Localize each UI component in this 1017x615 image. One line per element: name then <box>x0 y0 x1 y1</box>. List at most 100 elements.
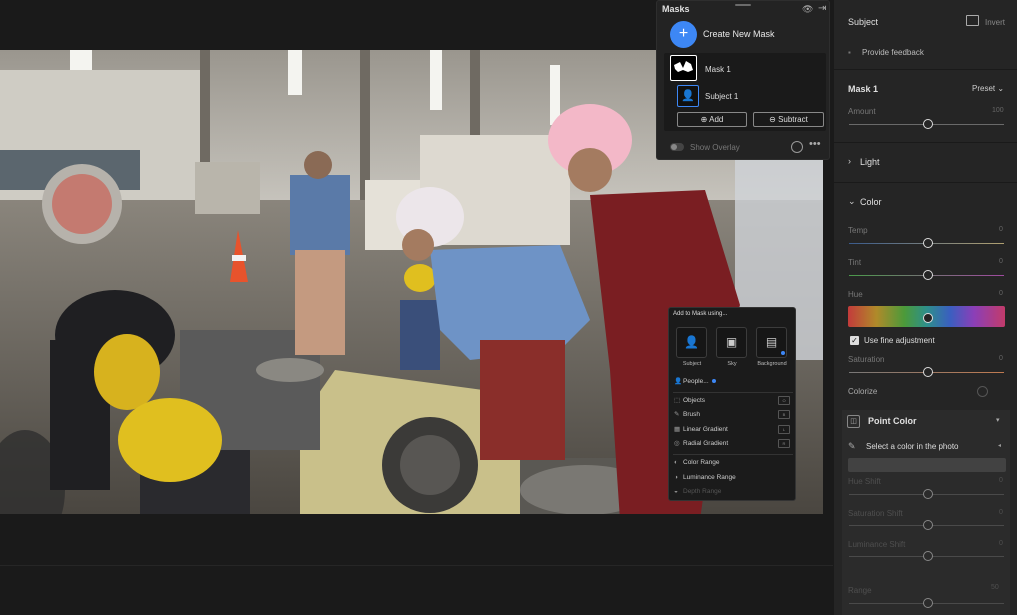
tint-slider-thumb[interactable] <box>923 270 933 280</box>
photo-canvas[interactable]: Masks 👁 ⇥ + Create New Mask Mask 1 👤 Sub… <box>0 0 833 615</box>
radial-gradient-shortcut: R <box>778 439 790 448</box>
mask-thumbnail-icon <box>674 61 693 72</box>
fine-adjustment-checkbox[interactable]: ✓ <box>850 336 859 345</box>
filmstrip-divider <box>0 565 833 566</box>
eye-icon[interactable]: 👁 <box>802 4 813 15</box>
range-label: Range <box>848 586 872 595</box>
subtract-button-label: Subtract <box>778 115 808 124</box>
colorize-label: Colorize <box>848 387 878 396</box>
linear-gradient-label: Linear Gradient <box>683 426 728 433</box>
people-label: People... <box>683 378 709 385</box>
radial-gradient-label: Radial Gradient <box>683 440 729 447</box>
hue-value[interactable]: 0 <box>999 290 1003 297</box>
amount-label: Amount <box>848 107 876 116</box>
app-root: Masks 👁 ⇥ + Create New Mask Mask 1 👤 Sub… <box>0 0 1017 615</box>
create-new-mask-button[interactable]: + <box>670 21 697 48</box>
people-indicator-dot <box>711 379 716 384</box>
caret-down-icon[interactable]: ▾ <box>996 416 1000 424</box>
subject1-label[interactable]: Subject 1 <box>705 92 738 101</box>
colorize-circle-icon[interactable] <box>977 386 988 397</box>
feedback-icon[interactable]: ▪ <box>848 48 851 57</box>
color-range-label: Color Range <box>683 459 720 466</box>
show-overlay-toggle[interactable] <box>670 143 684 151</box>
create-new-mask-label[interactable]: Create New Mask <box>703 29 775 39</box>
luminance-range-icon: ◑ <box>674 474 678 481</box>
preset-dropdown[interactable]: Preset ⌄ <box>972 84 1004 93</box>
section-divider <box>834 182 1017 183</box>
sat-shift-value: 0 <box>999 509 1003 516</box>
saturation-value[interactable]: 0 <box>999 355 1003 362</box>
linear-gradient-item[interactable]: ▦ Linear Gradient L <box>674 425 792 437</box>
temp-label: Temp <box>848 226 868 235</box>
tile-sky-label: Sky <box>727 361 737 367</box>
mask1-label[interactable]: Mask 1 <box>705 65 731 74</box>
add-button[interactable]: ⊕ Add <box>677 112 747 127</box>
people-icon: 👤 <box>674 378 683 385</box>
depth-range-icon: ◒ <box>674 488 678 495</box>
range-slider-thumb <box>923 598 933 608</box>
chevron-down-icon: ⌄ <box>997 84 1005 93</box>
popup-divider <box>673 392 793 393</box>
lum-shift-slider-thumb <box>923 551 933 561</box>
eyedropper-icon[interactable]: ✎ <box>848 441 856 452</box>
objects-item[interactable]: ⬚ Objects O <box>674 396 792 408</box>
hue-slider-thumb[interactable] <box>923 313 933 323</box>
lum-shift-value: 0 <box>999 540 1003 547</box>
amount-slider-thumb[interactable] <box>923 119 933 129</box>
section-divider <box>834 69 1017 70</box>
temp-slider-thumb[interactable] <box>923 238 933 248</box>
temp-value[interactable]: 0 <box>999 226 1003 233</box>
exit-arrow-icon[interactable]: ⇥ <box>818 3 826 14</box>
mask1-thumbnail[interactable] <box>670 55 697 81</box>
invert-label[interactable]: Invert <box>985 18 1005 27</box>
brush-icon: ✎ <box>674 411 680 418</box>
brush-shortcut: B <box>778 410 790 419</box>
popup-divider <box>673 454 793 455</box>
add-button-label: Add <box>709 115 724 124</box>
color-range-item[interactable]: ◐ Color Range <box>674 459 792 471</box>
hue-label: Hue <box>848 290 863 299</box>
add-to-mask-popup: Add to Mask using... 👤 ▣ ▤ Subject Sky B… <box>668 307 796 501</box>
radial-gradient-icon: ◎ <box>674 440 680 447</box>
brush-item[interactable]: ✎ Brush B <box>674 410 792 422</box>
more-options-icon[interactable]: ••• <box>809 138 821 150</box>
tile-background-label: Background <box>757 361 787 367</box>
people-item[interactable]: 👤People... <box>674 377 792 389</box>
luminance-range-item[interactable]: ◑ Luminance Range <box>674 474 792 486</box>
selected-color-swatch[interactable] <box>848 458 1006 472</box>
invert-icon[interactable] <box>966 15 979 26</box>
caret-left-icon[interactable]: ◂ <box>998 442 1001 449</box>
subject-person-icon[interactable]: 👤 <box>677 85 699 107</box>
add-circle-icon: ⊕ <box>700 115 708 124</box>
subtract-circle-icon: ⊖ <box>769 115 776 124</box>
tile-sky[interactable]: ▣ <box>716 327 747 358</box>
sat-shift-label: Saturation Shift <box>848 509 903 518</box>
linear-gradient-icon: ▦ <box>674 426 681 433</box>
hue-shift-label: Hue Shift <box>848 477 881 486</box>
provide-feedback-link[interactable]: Provide feedback <box>862 48 924 57</box>
chevron-down-icon[interactable]: ⌄ <box>848 196 856 207</box>
sat-shift-slider-thumb <box>923 520 933 530</box>
amount-value[interactable]: 100 <box>992 107 1004 114</box>
point-color-label[interactable]: Point Color <box>868 416 917 426</box>
saturation-slider-thumb[interactable] <box>923 367 933 377</box>
lum-shift-label: Luminance Shift <box>848 540 906 549</box>
objects-shortcut: O <box>778 396 790 405</box>
tile-subject[interactable]: 👤 <box>676 327 707 358</box>
light-section-label[interactable]: Light <box>860 157 880 167</box>
subtract-button[interactable]: ⊖ Subtract <box>753 112 824 127</box>
luminance-range-label: Luminance Range <box>683 474 736 481</box>
overlay-color-circle-icon[interactable] <box>791 141 803 153</box>
tile-subject-label: Subject <box>682 361 702 367</box>
chevron-right-icon[interactable]: › <box>848 156 851 166</box>
panel-drag-handle[interactable] <box>735 4 751 6</box>
fine-adjustment-label[interactable]: Use fine adjustment <box>864 336 935 345</box>
saturation-label: Saturation <box>848 355 885 364</box>
color-section-label[interactable]: Color <box>860 197 882 207</box>
tint-value[interactable]: 0 <box>999 258 1003 265</box>
radial-gradient-item[interactable]: ◎ Radial Gradient R <box>674 439 792 451</box>
popup-title: Add to Mask using... <box>673 311 728 317</box>
range-value: 50 <box>991 584 999 591</box>
objects-label: Objects <box>683 397 706 404</box>
masks-panel: Masks 👁 ⇥ + Create New Mask Mask 1 👤 Sub… <box>656 0 830 160</box>
